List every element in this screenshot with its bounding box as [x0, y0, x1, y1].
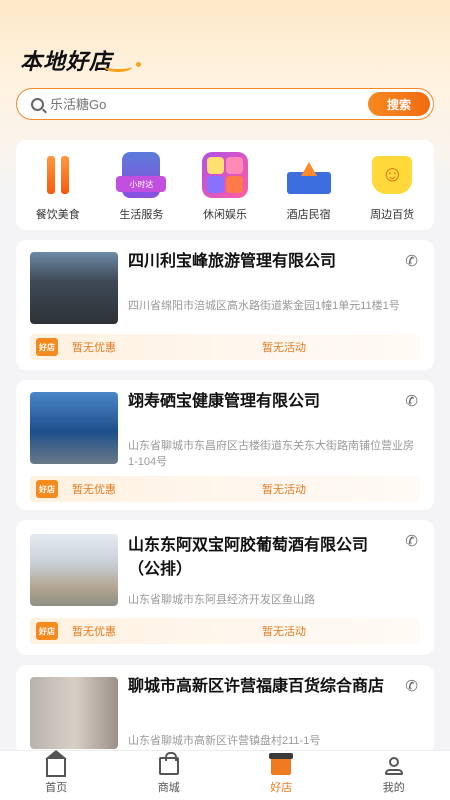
- shop-address: 四川省绵阳市涪城区高水路街道紫金园1幢1单元11楼1号: [128, 300, 400, 312]
- promo-strip: 好店 暂无优惠 暂无活动: [30, 476, 420, 502]
- promo-text: 暂无优惠: [72, 484, 116, 496]
- phone-icon[interactable]: ✆: [405, 392, 418, 410]
- store-icon: [269, 752, 294, 775]
- shop-address: 山东省聊城市高新区许营镇盘村211-1号: [128, 735, 321, 747]
- activity-text: 暂无活动: [262, 626, 306, 638]
- category-life-service[interactable]: 小时达 生活服务: [106, 152, 176, 230]
- promo-text: 暂无优惠: [72, 626, 116, 638]
- shop-photo: [30, 392, 118, 464]
- good-shop-badge: 好店: [36, 480, 58, 498]
- shop-name: 山东东阿双宝阿胶葡萄酒有限公司（公排）: [128, 537, 369, 578]
- title-swoosh-decoration: [104, 62, 133, 72]
- shop-card[interactable]: 翊寿硒宝健康管理有限公司 ✆ 山东省聊城市东昌府区古楼街道东关东大街路南铺位营业…: [16, 380, 434, 510]
- phone-icon[interactable]: ✆: [405, 532, 418, 550]
- category-label: 酒店民宿: [286, 209, 331, 221]
- category-label: 生活服务: [119, 209, 164, 221]
- hourly-tag: 小时达: [116, 176, 167, 192]
- search-button[interactable]: 搜索: [368, 92, 430, 116]
- fork-knife-icon: [35, 152, 81, 198]
- home-icon: [45, 749, 68, 777]
- shop-card[interactable]: 山东东阿双宝阿胶葡萄酒有限公司（公排） ✆ 山东省聊城市东阿县经济开发区鱼山路 …: [16, 520, 434, 655]
- shop-name: 聊城市高新区许营福康百货综合商店: [128, 678, 385, 695]
- leisure-icon: [201, 152, 248, 198]
- tab-good-shops[interactable]: 好店: [225, 751, 338, 800]
- page-header: 本地好店: [20, 44, 142, 76]
- activity-text: 暂无活动: [262, 342, 306, 354]
- tab-mine[interactable]: 我的: [338, 751, 450, 800]
- smiley-bag-icon: [369, 152, 415, 198]
- good-shop-badge: 好店: [36, 338, 58, 356]
- tab-mall[interactable]: 商城: [113, 751, 226, 800]
- phone-icon[interactable]: ✆: [405, 677, 418, 695]
- shop-address: 山东省聊城市东阿县经济开发区鱼山路: [128, 594, 315, 606]
- promo-text: 暂无优惠: [72, 342, 116, 354]
- category-food[interactable]: 餐饮美食: [23, 152, 93, 230]
- category-leisure[interactable]: 休闲娱乐: [190, 152, 260, 230]
- tab-label: 首页: [45, 781, 68, 794]
- page-title: 本地好店: [20, 49, 113, 74]
- shop-photo: [30, 252, 118, 324]
- shop-name: 四川利宝峰旅游管理有限公司: [128, 253, 337, 270]
- shop-name: 翊寿硒宝健康管理有限公司: [128, 393, 321, 410]
- tab-home[interactable]: 首页: [0, 749, 113, 800]
- category-label: 周边百货: [370, 209, 415, 221]
- bottom-tab-bar: 首页 商城 好店 我的: [0, 749, 450, 800]
- castle-icon: [286, 152, 332, 198]
- search-bar[interactable]: 搜索: [16, 88, 434, 120]
- category-grid: 餐饮美食 小时达 生活服务 休闲娱乐 酒店民宿 周边百货: [16, 140, 434, 230]
- phone-shop-icon: 小时达: [116, 152, 167, 198]
- phone-icon[interactable]: ✆: [405, 252, 418, 270]
- search-icon: [31, 97, 44, 111]
- tab-label: 好店: [270, 781, 293, 794]
- tab-label: 商城: [157, 781, 180, 794]
- shop-card[interactable]: 聊城市高新区许营福康百货综合商店 ✆ 山东省聊城市高新区许营镇盘村211-1号: [16, 665, 434, 755]
- promo-strip: 好店 暂无优惠 暂无活动: [30, 334, 420, 360]
- category-label: 餐饮美食: [35, 209, 80, 221]
- shop-photo: [30, 677, 118, 749]
- good-shop-badge: 好店: [36, 622, 58, 640]
- shopping-bag-icon: [158, 751, 179, 775]
- category-label: 休闲娱乐: [202, 209, 247, 221]
- title-dot-decoration: [136, 61, 142, 67]
- promo-strip: 好店 暂无优惠 暂无活动: [30, 618, 420, 644]
- search-input[interactable]: [50, 96, 350, 112]
- shop-photo: [30, 534, 118, 606]
- shop-card[interactable]: 四川利宝峰旅游管理有限公司 ✆ 四川省绵阳市涪城区高水路街道紫金园1幢1单元11…: [16, 240, 434, 370]
- activity-text: 暂无活动: [262, 484, 306, 496]
- category-nearby-goods[interactable]: 周边百货: [357, 152, 427, 230]
- tab-label: 我的: [382, 781, 405, 794]
- category-hotel[interactable]: 酒店民宿: [274, 152, 344, 230]
- shop-address: 山东省聊城市东昌府区古楼街道东关东大街路南铺位营业房1-104号: [128, 440, 414, 468]
- user-icon: [384, 756, 404, 775]
